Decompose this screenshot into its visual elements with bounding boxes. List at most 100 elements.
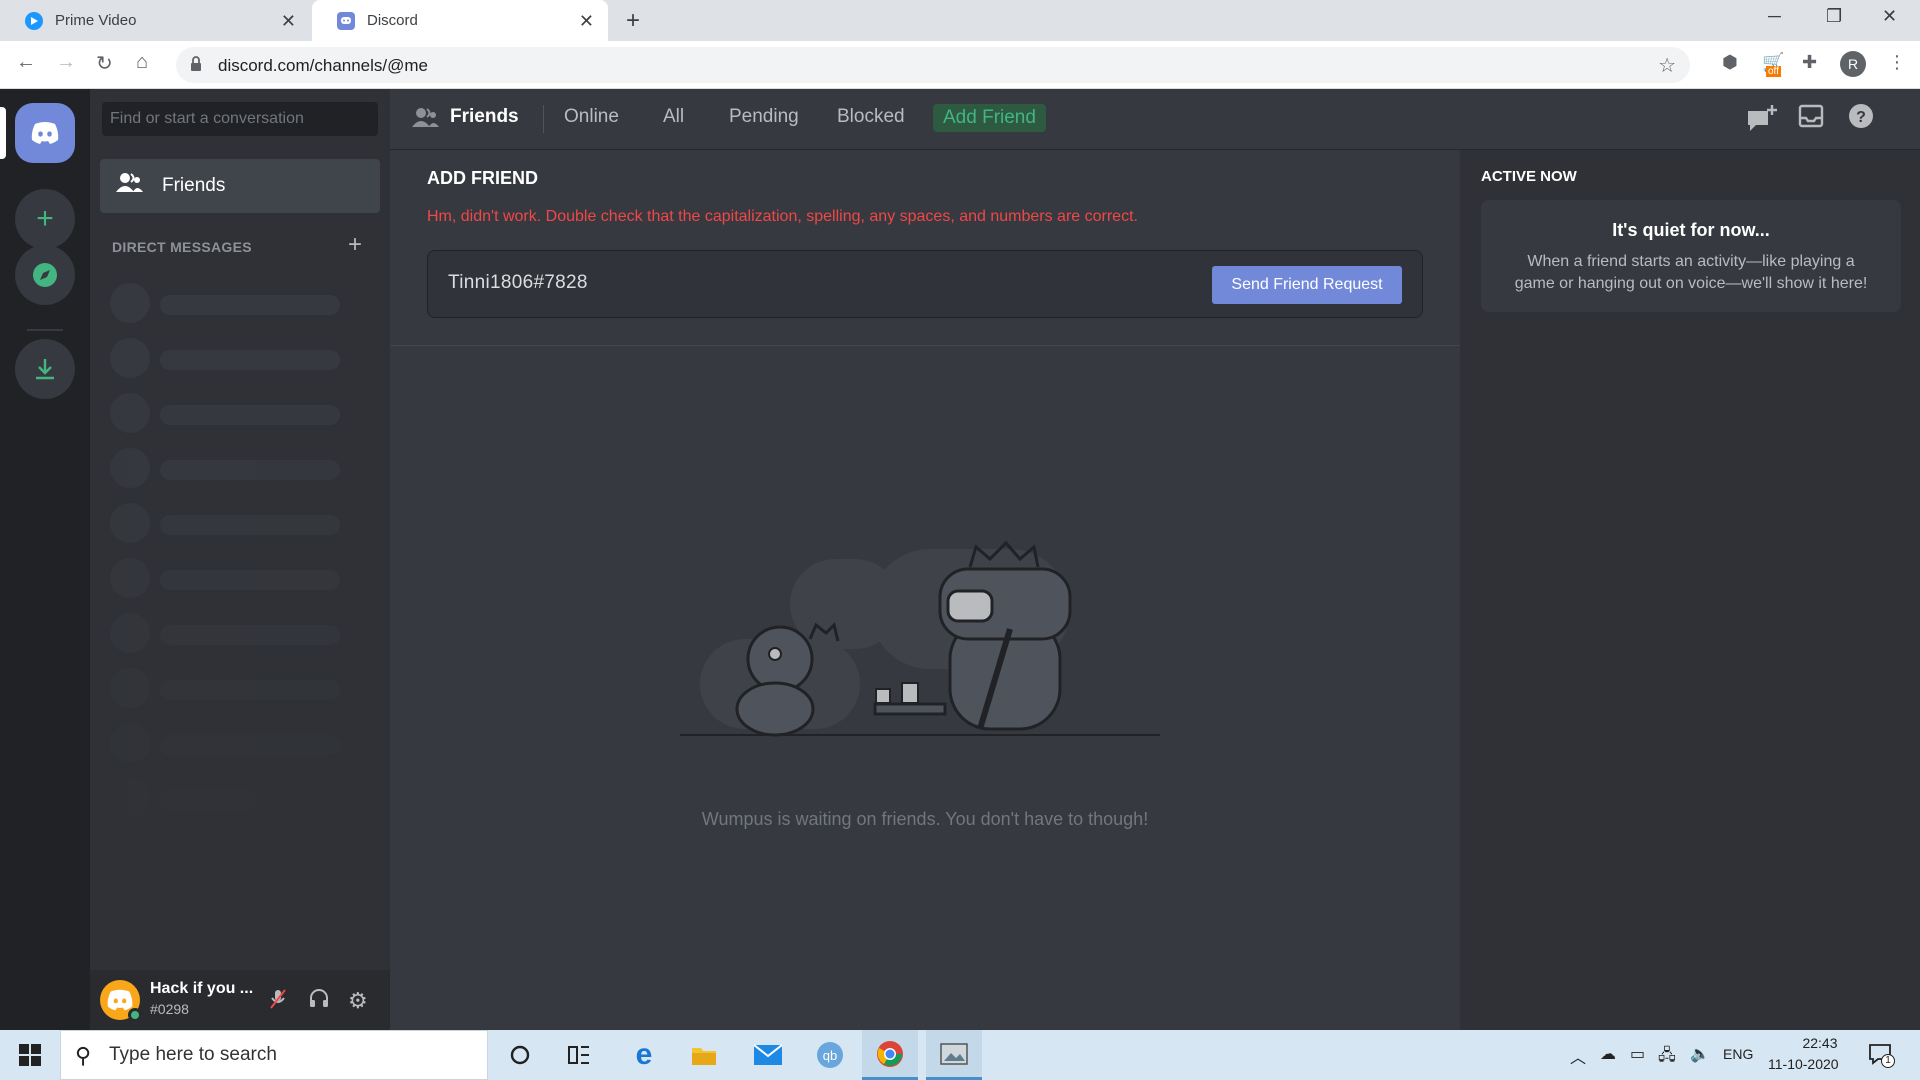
photos-app-icon[interactable] bbox=[926, 1030, 982, 1080]
search-input[interactable]: Find or start a conversation bbox=[102, 102, 378, 136]
main-content: Friends Online All Pending Blocked Add F… bbox=[390, 89, 1920, 1030]
tab-pending[interactable]: Pending bbox=[729, 106, 799, 128]
friends-top-bar: Friends Online All Pending Blocked Add F… bbox=[390, 89, 1920, 150]
divider bbox=[543, 105, 544, 133]
cortana-icon[interactable] bbox=[492, 1030, 548, 1080]
dm-skeleton bbox=[110, 503, 340, 543]
add-friend-heading: ADD FRIEND bbox=[427, 168, 538, 188]
url-text: discord.com/channels/@me bbox=[218, 56, 429, 75]
compass-icon bbox=[33, 263, 57, 287]
dm-skeleton bbox=[110, 338, 340, 378]
dm-skeleton bbox=[110, 448, 340, 488]
inbox-icon[interactable] bbox=[1798, 103, 1824, 136]
new-group-dm-icon[interactable] bbox=[1746, 103, 1778, 140]
restore-icon[interactable]: ❐ bbox=[1826, 6, 1842, 27]
active-now-card-body: When a friend starts an activity—like pl… bbox=[1514, 253, 1868, 292]
explore-servers-button[interactable] bbox=[15, 245, 75, 305]
network-icon[interactable]: 🖧 bbox=[1658, 1044, 1676, 1071]
home-icon[interactable]: ⌂ bbox=[136, 51, 148, 74]
close-tab-icon[interactable]: ✕ bbox=[281, 11, 296, 32]
profile-avatar[interactable]: R bbox=[1840, 51, 1866, 77]
dm-skeleton bbox=[110, 283, 340, 323]
tab-all[interactable]: All bbox=[663, 106, 684, 128]
address-bar[interactable]: discord.com/channels/@me ☆ bbox=[176, 47, 1690, 83]
rail-separator bbox=[27, 329, 63, 331]
headphones-icon[interactable] bbox=[308, 988, 330, 1014]
active-now-panel: ACTIVE NOW It's quiet for now... When a … bbox=[1460, 150, 1920, 1030]
battery-icon[interactable]: ▭ bbox=[1630, 1044, 1645, 1064]
sidebar-item-friends[interactable]: Friends bbox=[100, 159, 380, 213]
extensions-puzzle-icon[interactable]: ✚ bbox=[1802, 52, 1817, 73]
download-icon bbox=[36, 359, 54, 380]
create-dm-button[interactable]: + bbox=[348, 231, 362, 259]
qbittorrent-icon[interactable]: qb bbox=[802, 1030, 858, 1080]
notification-count-badge: 1 bbox=[1881, 1054, 1895, 1068]
add-friend-input-value[interactable]: Tinni1806#7828 bbox=[448, 272, 588, 294]
volume-icon[interactable]: 🔈 bbox=[1690, 1044, 1710, 1064]
download-apps-button[interactable] bbox=[15, 339, 75, 399]
help-icon[interactable]: ? bbox=[1848, 103, 1874, 136]
edge-icon[interactable]: e bbox=[616, 1030, 672, 1080]
sidebar-item-label: Friends bbox=[162, 175, 226, 196]
add-friend-input[interactable]: Tinni1806#7828 Send Friend Request bbox=[427, 250, 1423, 318]
svg-text:qb: qb bbox=[823, 1048, 837, 1063]
friends-wave-icon bbox=[412, 107, 440, 134]
tab-add-friend[interactable]: Add Friend bbox=[933, 104, 1046, 132]
start-button[interactable] bbox=[0, 1030, 60, 1080]
add-friend-section: ADD FRIEND Hm, didn't work. Double check… bbox=[390, 150, 1460, 346]
user-tag: #0298 bbox=[150, 1001, 189, 1017]
file-explorer-icon[interactable] bbox=[676, 1030, 732, 1080]
browser-tab-prime-video[interactable]: Prime Video ✕ bbox=[0, 0, 310, 41]
taskbar-search-box[interactable]: ⚲ Type here to search bbox=[60, 1030, 488, 1080]
close-window-icon[interactable]: ✕ bbox=[1882, 6, 1897, 27]
reload-icon[interactable]: ↻ bbox=[96, 51, 113, 76]
lock-icon[interactable] bbox=[190, 56, 202, 77]
dm-skeleton bbox=[110, 778, 340, 818]
tab-online[interactable]: Online bbox=[564, 106, 619, 128]
discord-icon bbox=[337, 11, 355, 30]
user-panel: Hack if you ... #0298 ⚙ bbox=[90, 970, 390, 1030]
dm-skeleton bbox=[110, 393, 340, 433]
back-icon[interactable]: ← bbox=[16, 51, 36, 74]
close-tab-icon[interactable]: ✕ bbox=[579, 11, 594, 32]
send-friend-request-button[interactable]: Send Friend Request bbox=[1212, 266, 1402, 304]
online-status-indicator bbox=[128, 1008, 142, 1022]
tab-blocked[interactable]: Blocked bbox=[837, 106, 905, 128]
star-icon[interactable]: ☆ bbox=[1658, 53, 1676, 78]
mail-icon[interactable] bbox=[740, 1030, 796, 1080]
browser-toolbar: ← → ↻ ⌂ discord.com/channels/@me ☆ ⬢ 🛒 of… bbox=[0, 41, 1920, 89]
forward-icon[interactable]: → bbox=[56, 51, 76, 74]
dm-skeleton bbox=[110, 558, 340, 598]
clock-time[interactable]: 22:43 bbox=[1790, 1035, 1850, 1051]
dm-skeleton bbox=[110, 613, 340, 653]
browser-tab-discord[interactable]: Discord ✕ bbox=[312, 0, 608, 41]
extension-shopping-icon[interactable]: 🛒 off bbox=[1762, 52, 1784, 77]
mute-microphone-icon[interactable] bbox=[268, 988, 288, 1016]
page-title: Friends bbox=[450, 106, 519, 127]
wumpus-illustration bbox=[680, 540, 1160, 737]
direct-messages-header: DIRECT MESSAGES bbox=[112, 239, 252, 255]
menu-kebab-icon[interactable]: ⋮ bbox=[1888, 52, 1906, 73]
extension-cube-icon[interactable]: ⬢ bbox=[1722, 52, 1738, 73]
settings-gear-icon[interactable]: ⚙ bbox=[348, 988, 368, 1014]
minimize-icon[interactable]: ─ bbox=[1768, 6, 1781, 27]
tab-title: Prime Video bbox=[55, 12, 137, 29]
new-tab-button[interactable]: + bbox=[626, 7, 640, 35]
username: Hack if you ... bbox=[150, 980, 254, 997]
onedrive-cloud-icon[interactable]: ☁ bbox=[1600, 1044, 1616, 1064]
empty-state-text: Wumpus is waiting on friends. You don't … bbox=[701, 809, 1149, 829]
dm-sidebar: Find or start a conversation Friends DIR… bbox=[90, 89, 390, 1030]
taskbar-search-placeholder: Type here to search bbox=[109, 1044, 277, 1065]
selected-pill bbox=[0, 107, 6, 159]
language-indicator[interactable]: ENG bbox=[1723, 1046, 1753, 1062]
task-view-icon[interactable] bbox=[552, 1030, 608, 1080]
active-now-heading: ACTIVE NOW bbox=[1481, 168, 1577, 185]
chevron-up-icon[interactable]: ︿ bbox=[1570, 1044, 1586, 1068]
server-rail: + bbox=[0, 89, 90, 1030]
discord-home-button[interactable] bbox=[15, 103, 75, 163]
notification-center-icon[interactable]: 1 bbox=[1868, 1042, 1895, 1071]
clock-date[interactable]: 11-10-2020 bbox=[1768, 1056, 1839, 1072]
chrome-icon[interactable] bbox=[862, 1030, 918, 1080]
add-server-button[interactable]: + bbox=[15, 189, 75, 249]
add-friend-error: Hm, didn't work. Double check that the c… bbox=[427, 208, 1138, 225]
